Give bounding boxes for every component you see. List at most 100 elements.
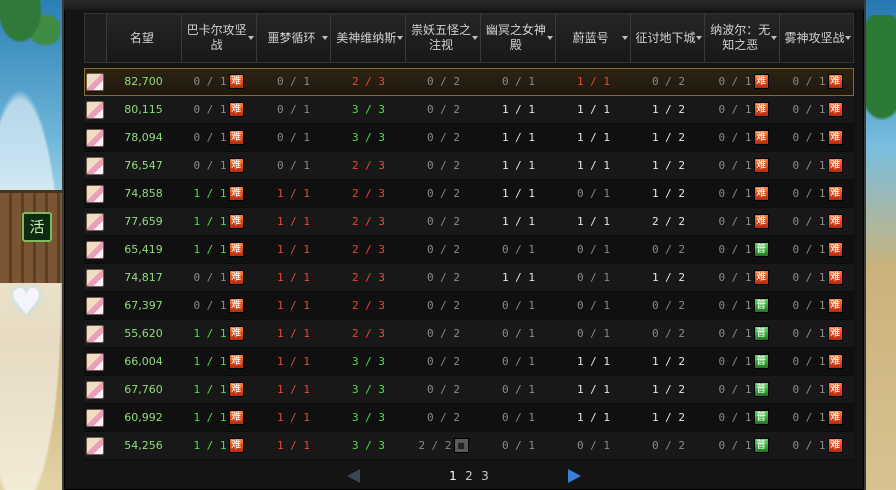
table-header: 名望 巴卡尔攻坚战 噩梦循环 美神维纳斯 祟妖五怪之注视 幽冥之女神殿 蔚蓝号 征讨地下城 纳波…: [84, 13, 854, 63]
clear-count: 2 / 3: [351, 299, 386, 312]
clear-count-cell: 1 / 1: [556, 411, 631, 424]
sort-arrow-icon: [546, 36, 553, 40]
clear-count-cell: 0 / 2: [406, 215, 481, 228]
page-number[interactable]: 2: [462, 469, 476, 483]
clear-count: 1 / 1: [576, 355, 611, 368]
clear-count: 0 / 1: [193, 75, 227, 88]
clear-count-cell: 0 / 1难: [181, 74, 256, 89]
clear-count-cell: 0 / 1难: [781, 242, 854, 257]
clear-count-cell: 0 / 1: [556, 243, 631, 256]
clear-count: 0 / 1: [501, 75, 536, 88]
header-col-8[interactable]: 征讨地下城: [631, 14, 706, 62]
hard-mode-badge: 难: [228, 130, 244, 145]
clear-count-cell: 1 / 2: [631, 187, 706, 200]
pagination: 123: [64, 462, 864, 490]
header-col-5[interactable]: 祟妖五怪之注视: [406, 14, 481, 62]
table-row[interactable]: 60,992 1 / 1难1 / 13 / 30 / 20 / 11 / 11 /…: [84, 404, 854, 432]
avatar: [86, 128, 104, 147]
clear-count-cell: 3 / 3: [331, 439, 406, 452]
clear-count: 3 / 3: [351, 411, 386, 424]
hard-mode-badge: 难: [827, 242, 843, 257]
header-col-2[interactable]: 巴卡尔攻坚战: [182, 14, 257, 62]
header-label: 幽冥之女神殿: [485, 23, 546, 52]
clear-count-cell: 1 / 2: [631, 383, 706, 396]
header-col-1[interactable]: 名望: [107, 14, 182, 62]
table-row[interactable]: 67,397 0 / 1难1 / 12 / 30 / 20 / 10 / 10 /…: [84, 292, 854, 320]
clear-count-cell: 0 / 1难: [781, 270, 854, 285]
table-row[interactable]: 74,858 1 / 1难1 / 12 / 30 / 21 / 10 / 11 /…: [84, 180, 854, 208]
character-avatar-cell: [84, 212, 106, 231]
table-row[interactable]: 74,817 0 / 1难1 / 12 / 30 / 21 / 10 / 11 /…: [84, 264, 854, 292]
avatar: [86, 268, 104, 287]
page-number[interactable]: 1: [446, 469, 460, 483]
hard-mode-badge: 难: [228, 438, 244, 453]
clear-count: 0 / 2: [426, 215, 461, 228]
clear-count-cell: 1 / 1: [256, 215, 331, 228]
clear-count-cell: 0 / 2: [631, 75, 706, 88]
header-col-9[interactable]: 纳波尔：无知之恶: [705, 14, 781, 62]
table-row[interactable]: 76,547 0 / 1难0 / 12 / 30 / 21 / 11 / 11 /…: [84, 152, 854, 180]
clear-count: 0 / 2: [651, 327, 686, 340]
character-avatar-cell: [84, 240, 106, 259]
normal-mode-badge: 普: [753, 298, 769, 313]
clear-count: 1 / 2: [651, 131, 686, 144]
avatar: [86, 240, 104, 259]
clear-count-cell: 0 / 1普: [706, 354, 781, 369]
clear-count: 2 / 2: [418, 439, 452, 452]
clear-count-cell: 0 / 1难: [781, 186, 854, 201]
hard-mode-badge: 难: [827, 270, 843, 285]
table-row[interactable]: 54,256 1 / 1难1 / 13 / 32 / 2 ■ 0 / 10 / 10 …: [84, 432, 854, 460]
activity-button[interactable]: 活: [22, 212, 52, 242]
clear-count: 0 / 1: [276, 75, 311, 88]
hard-mode-badge: 难: [228, 214, 244, 229]
clear-count: 0 / 1: [718, 131, 752, 144]
hard-mode-badge: 难: [827, 438, 843, 453]
table-row[interactable]: 55,620 1 / 1难1 / 12 / 30 / 20 / 10 / 10 /…: [84, 320, 854, 348]
hard-mode-badge: 难: [753, 186, 769, 201]
clear-count-cell: 0 / 2: [406, 131, 481, 144]
page-number[interactable]: 3: [478, 469, 492, 483]
clear-count-cell: 2 / 3: [331, 243, 406, 256]
prev-page-arrow-icon[interactable]: [347, 469, 360, 483]
clear-count-cell: 0 / 1: [256, 103, 331, 116]
clear-count-cell: 0 / 1难: [781, 410, 854, 425]
clear-count-cell: 0 / 1难: [181, 158, 256, 173]
header-col-7[interactable]: 蔚蓝号: [556, 14, 631, 62]
clear-count: 0 / 1: [193, 131, 227, 144]
clear-count: 2 / 3: [351, 187, 386, 200]
clear-count-cell: 0 / 1: [481, 75, 556, 88]
hard-mode-badge: 难: [228, 298, 244, 313]
clear-count-cell: 1 / 1: [256, 187, 331, 200]
clear-count: 1 / 1: [276, 299, 311, 312]
table-row[interactable]: 66,004 1 / 1难1 / 13 / 30 / 20 / 11 / 11 /…: [84, 348, 854, 376]
clear-count: 2 / 3: [351, 215, 386, 228]
clear-count: 1 / 1: [193, 187, 227, 200]
table-row[interactable]: 77,659 1 / 1难1 / 12 / 30 / 21 / 11 / 12 /…: [84, 208, 854, 236]
table-row[interactable]: 80,115 0 / 1难0 / 13 / 30 / 21 / 11 / 11 /…: [84, 96, 854, 124]
character-avatar-cell: [84, 184, 106, 203]
table-row[interactable]: 82,700 0 / 1难0 / 12 / 30 / 20 / 11 / 10 /…: [84, 68, 854, 96]
clear-count: 0 / 2: [651, 243, 686, 256]
clear-count-cell: 0 / 1难: [781, 214, 854, 229]
clear-count: 3 / 3: [351, 439, 386, 452]
clear-count: 0 / 2: [426, 243, 461, 256]
clear-count: 1 / 2: [651, 159, 686, 172]
hard-mode-badge: 难: [228, 242, 244, 257]
header-col-4[interactable]: 美神维纳斯: [331, 14, 407, 62]
header-col-10[interactable]: 雾神攻坚战: [780, 14, 853, 62]
header-col-6[interactable]: 幽冥之女神殿: [481, 14, 556, 62]
next-page-arrow-icon[interactable]: [568, 469, 581, 483]
header-col-3[interactable]: 噩梦循环: [257, 14, 332, 62]
clear-count-cell: 2 / 3: [331, 271, 406, 284]
table-row[interactable]: 78,094 0 / 1难0 / 13 / 30 / 21 / 11 / 11 /…: [84, 124, 854, 152]
clear-count: 0 / 2: [426, 271, 461, 284]
clear-count-cell: 0 / 1: [556, 327, 631, 340]
header-label: 噩梦循环: [267, 30, 316, 45]
table-row[interactable]: 67,760 1 / 1难1 / 13 / 30 / 20 / 11 / 11 /…: [84, 376, 854, 404]
table-row[interactable]: 65,419 1 / 1难1 / 12 / 30 / 20 / 10 / 10 /…: [84, 236, 854, 264]
clear-count-cell: 0 / 2: [406, 327, 481, 340]
clear-count-cell: 1 / 1: [256, 271, 331, 284]
clear-count-cell: 0 / 1普: [706, 382, 781, 397]
sort-arrow-icon: [247, 36, 254, 40]
clear-count: 2 / 3: [351, 327, 386, 340]
